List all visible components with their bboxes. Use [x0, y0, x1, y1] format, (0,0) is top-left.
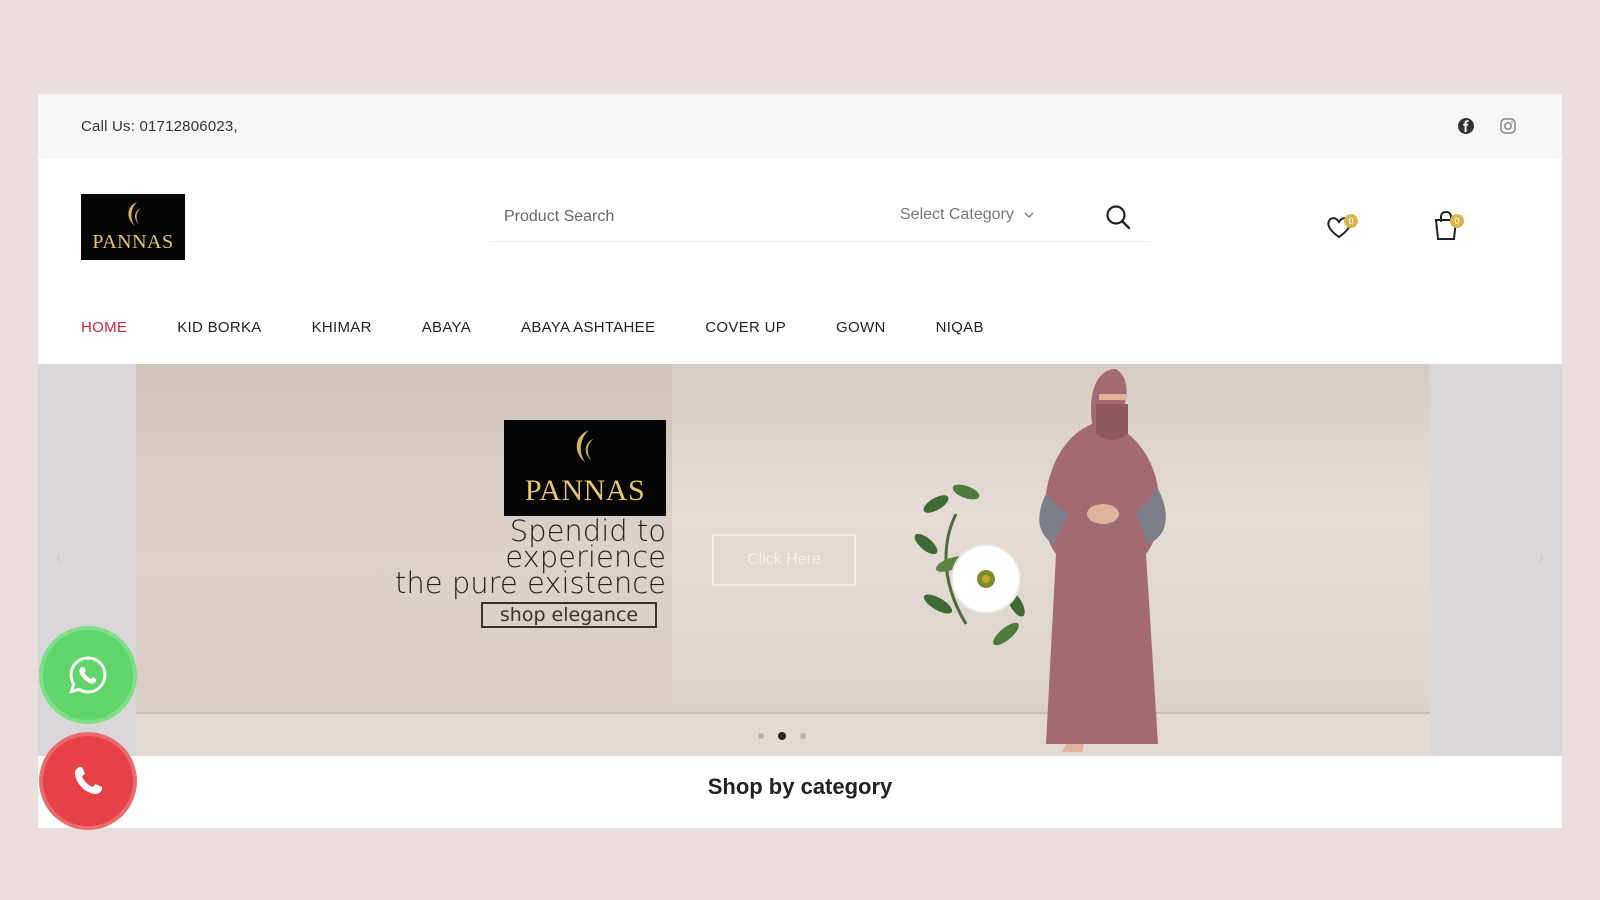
cart-count-badge: 0 — [1450, 214, 1464, 228]
slider-dot[interactable] — [758, 733, 764, 739]
slider-next-arrow[interactable]: › — [1539, 550, 1544, 568]
social-links — [1456, 116, 1518, 136]
hero-logo-text: PANNAS — [524, 474, 646, 507]
instagram-icon[interactable] — [1498, 116, 1518, 136]
slider-dot-active[interactable] — [778, 732, 786, 740]
site-logo[interactable]: PANNAS — [81, 194, 185, 260]
slider-dot[interactable] — [800, 733, 806, 739]
cart-button[interactable]: 0 — [1430, 208, 1466, 244]
section-title: Shop by category — [38, 756, 1562, 828]
whatsapp-icon — [69, 656, 107, 694]
hero-slide: PANNAS Spendid to experience the pure ex… — [136, 364, 1430, 756]
hero-brand-logo: PANNAS — [504, 420, 666, 516]
call-button[interactable] — [43, 736, 133, 826]
nav-item-abaya-ashtahee[interactable]: ABAYA ASHTAHEE — [521, 319, 655, 336]
model-figure — [1039, 369, 1166, 752]
nav-item-niqab[interactable]: NIQAB — [936, 319, 984, 336]
phone-icon — [75, 767, 102, 794]
nav-item-home[interactable]: HOME — [81, 319, 127, 336]
page-frame: Call Us: 01712806023, PANNAS Select Cate… — [38, 94, 1562, 828]
wishlist-count-badge: 0 — [1344, 214, 1358, 228]
wishlist-button[interactable]: 0 — [1324, 208, 1360, 244]
tagline-line: the pure existence — [395, 566, 666, 600]
click-here-button[interactable]: Click Here — [712, 534, 856, 586]
nav-item-gown[interactable]: GOWN — [836, 319, 886, 336]
top-bar: Call Us: 01712806023, — [38, 94, 1562, 158]
flower-bouquet-icon — [914, 484, 1025, 646]
category-select-label: Select Category — [900, 206, 1014, 223]
product-search: Select Category — [490, 192, 1150, 242]
site-header: PANNAS Select Category 0 0 HOME KID BORK… — [38, 158, 1562, 336]
hero-slider: ‹ › PANNAS Spendid to experience the pur… — [38, 364, 1562, 756]
main-nav: HOME KID BORKA KHIMAR ABAYA ABAYA ASHTAH… — [81, 314, 1034, 340]
chevron-down-icon — [1024, 212, 1034, 218]
search-icon — [1106, 205, 1131, 230]
hero-tagline: Spendid to experience the pure existence — [374, 517, 666, 600]
search-input[interactable] — [490, 207, 870, 226]
nav-item-khimar[interactable]: KHIMAR — [312, 319, 372, 336]
slider-prev-arrow[interactable]: ‹ — [56, 550, 61, 568]
category-select[interactable]: Select Category — [900, 206, 1034, 224]
nav-item-abaya[interactable]: ABAYA — [422, 319, 471, 336]
nav-item-kid-borka[interactable]: KID BORKA — [177, 319, 261, 336]
call-us-text: Call Us: 01712806023, — [81, 117, 238, 135]
logo-mark-icon — [128, 202, 141, 226]
search-button[interactable] — [1104, 203, 1132, 231]
whatsapp-button[interactable] — [43, 630, 133, 720]
logo-mark-icon — [576, 430, 594, 463]
hero-model-image — [914, 369, 1166, 752]
slider-dots — [758, 732, 806, 740]
facebook-icon[interactable] — [1456, 116, 1476, 136]
nav-item-cover-up[interactable]: COVER UP — [705, 319, 786, 336]
shop-elegance-label: shop elegance — [481, 602, 657, 628]
logo-text: PANNAS — [92, 231, 174, 253]
